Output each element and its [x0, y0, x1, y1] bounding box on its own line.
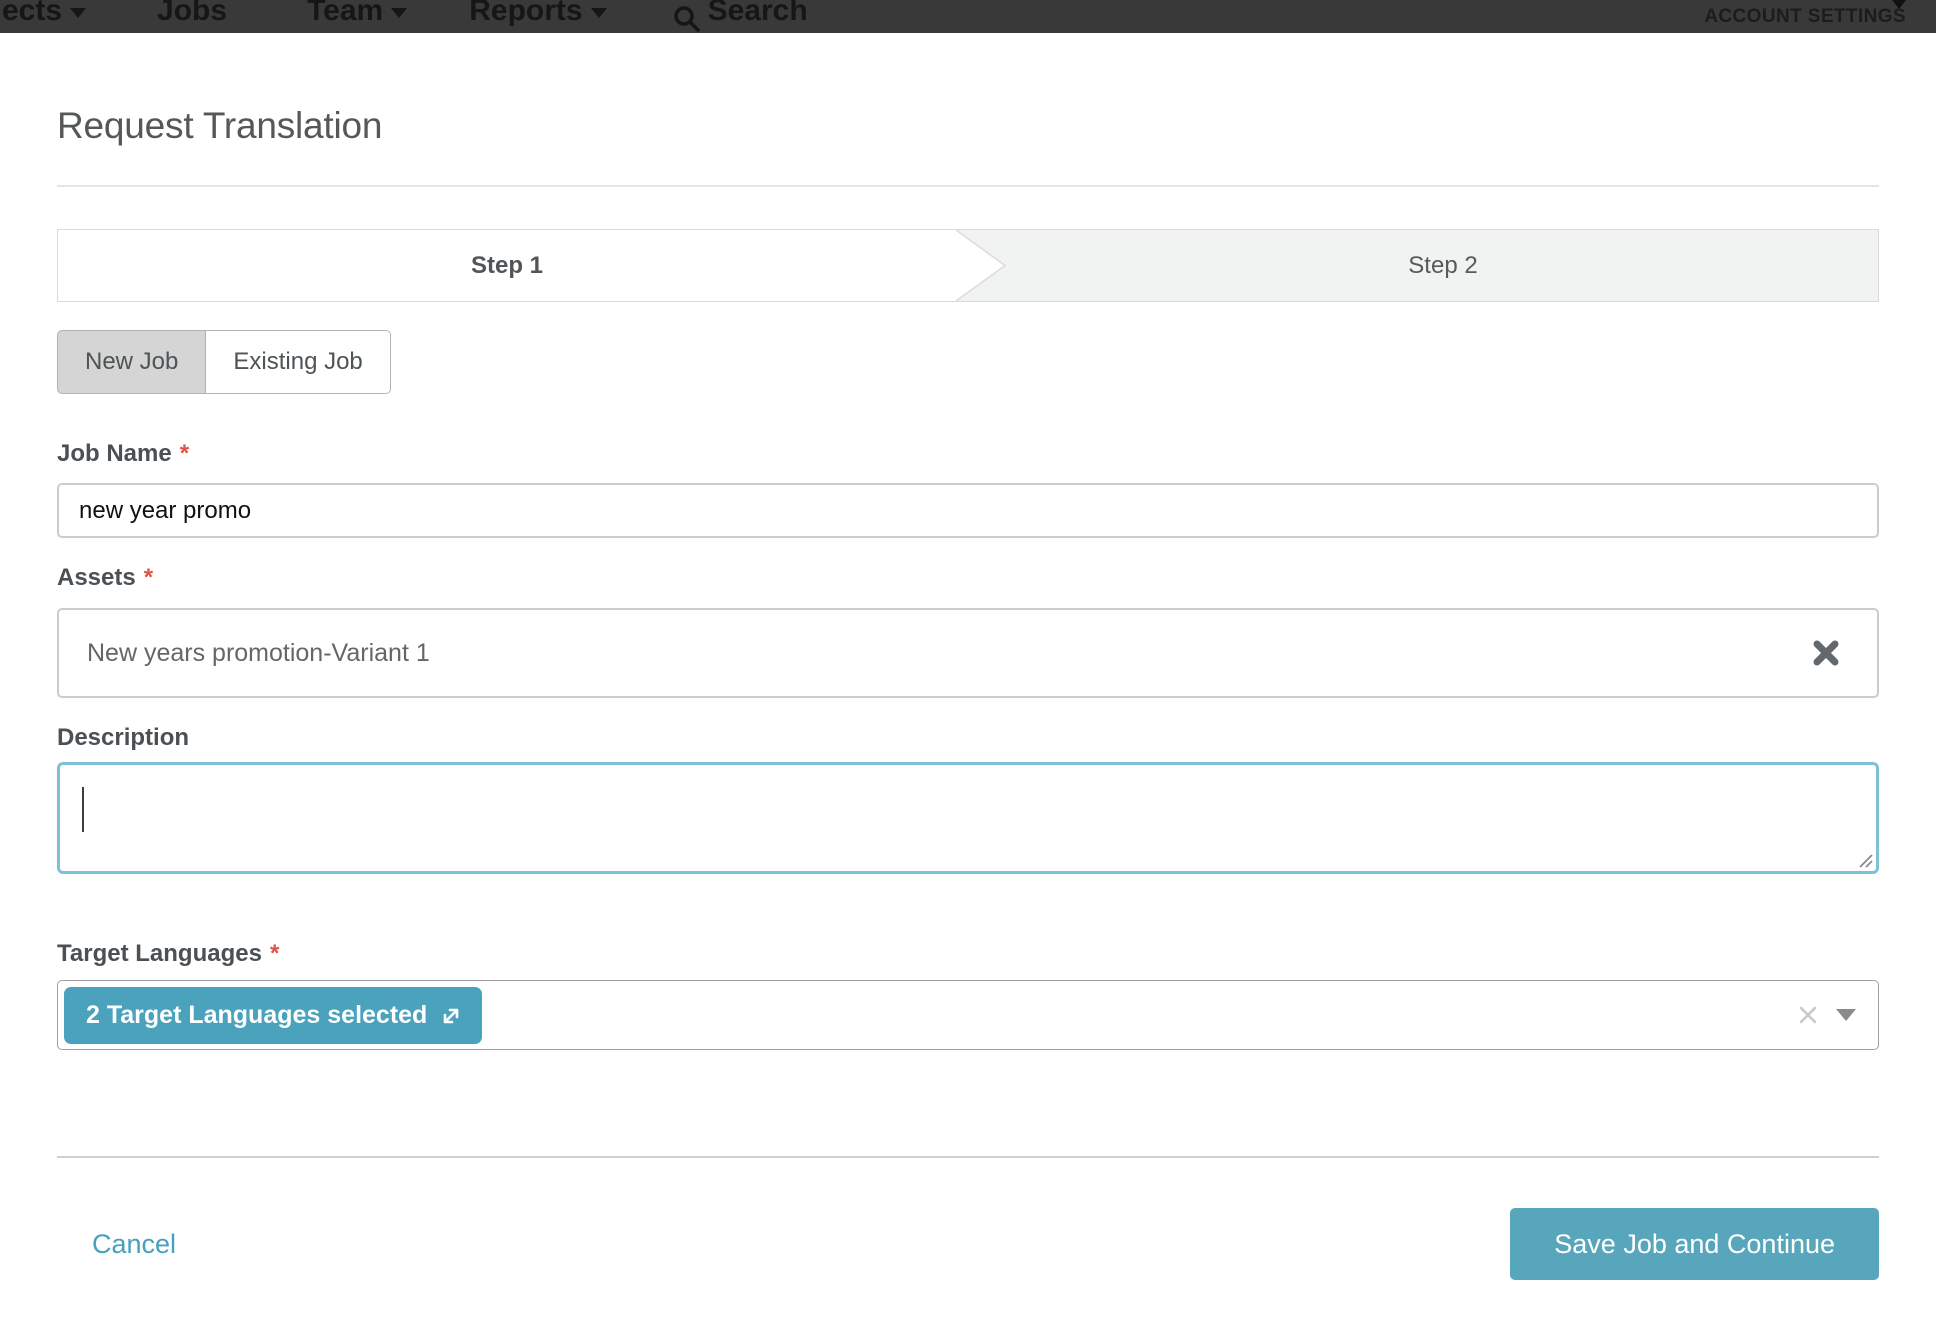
cancel-link[interactable]: Cancel — [92, 1229, 176, 1260]
nav-item-label: ects — [2, 0, 62, 32]
languages-selected-text: 2 Target Languages selected — [86, 1001, 427, 1030]
job-name-label: Job Name * — [57, 440, 1879, 468]
nav-item-search[interactable]: Search — [673, 0, 808, 33]
job-name-input[interactable] — [57, 483, 1879, 538]
save-job-and-continue-button[interactable]: Save Job and Continue — [1510, 1208, 1879, 1280]
step-arrow-shape — [956, 230, 1010, 301]
divider — [57, 185, 1879, 187]
languages-selected-pill[interactable]: 2 Target Languages selected — [64, 987, 482, 1044]
nav-item-reports[interactable]: Reports — [469, 0, 606, 32]
required-asterisk: * — [180, 440, 189, 467]
assets-field[interactable]: New years promotion-Variant 1 — [57, 608, 1879, 698]
clear-selection-icon[interactable] — [1796, 1003, 1820, 1027]
step-wizard: Step 1 Step 2 — [57, 229, 1879, 302]
required-asterisk: * — [144, 564, 153, 591]
account-settings-menu[interactable]: ACCOUNT SETTINGS — [1704, 6, 1906, 28]
page-title: Request Translation — [57, 103, 1879, 149]
label-text: Target Languages — [57, 940, 262, 967]
asset-name: New years promotion-Variant 1 — [87, 639, 430, 668]
tab-step-1[interactable]: Step 1 — [58, 230, 956, 301]
existing-job-button[interactable]: Existing Job — [205, 330, 390, 394]
nav-item-team[interactable]: Team — [307, 0, 407, 32]
chevron-down-icon — [391, 8, 407, 18]
chevron-down-icon — [591, 8, 607, 18]
nav-item-jobs[interactable]: Jobs — [157, 0, 227, 32]
label-text: Assets — [57, 564, 136, 591]
required-asterisk: * — [270, 940, 279, 967]
form-actions: Cancel Save Job and Continue — [57, 1208, 1879, 1280]
search-icon — [673, 2, 700, 33]
target-languages-label: Target Languages * — [57, 940, 1879, 968]
divider — [57, 1156, 1879, 1158]
select-controls — [1796, 1003, 1856, 1027]
resize-handle-icon[interactable] — [1856, 851, 1874, 869]
remove-asset-icon[interactable] — [1811, 638, 1841, 668]
nav-item-label: Team — [307, 0, 383, 32]
text-cursor — [82, 787, 84, 832]
chevron-down-icon — [70, 8, 86, 18]
label-text: Job Name — [57, 440, 172, 467]
new-job-button[interactable]: New Job — [57, 330, 205, 394]
nav-item-projects[interactable]: ects — [2, 0, 86, 32]
dropdown-caret-icon[interactable] — [1836, 1009, 1856, 1021]
nav-item-label: Jobs — [157, 0, 227, 32]
nav-item-label: Search — [708, 0, 808, 32]
expand-icon — [440, 1005, 462, 1027]
assets-label: Assets * — [57, 564, 1879, 592]
label-text: Description — [57, 724, 189, 751]
tab-step-2[interactable]: Step 2 — [1008, 230, 1878, 301]
description-textarea[interactable] — [57, 762, 1879, 874]
job-type-toggle: New Job Existing Job — [57, 330, 1879, 394]
request-translation-panel: Request Translation Step 1 Step 2 New Jo… — [0, 103, 1936, 1280]
description-label: Description — [57, 724, 1879, 752]
top-nav: ects Jobs Team Reports Search ACCOUNT SE… — [0, 0, 1936, 33]
nav-items: ects Jobs Team Reports Search — [2, 0, 808, 33]
target-languages-select[interactable]: 2 Target Languages selected — [57, 980, 1879, 1050]
nav-item-label: Reports — [469, 0, 582, 32]
